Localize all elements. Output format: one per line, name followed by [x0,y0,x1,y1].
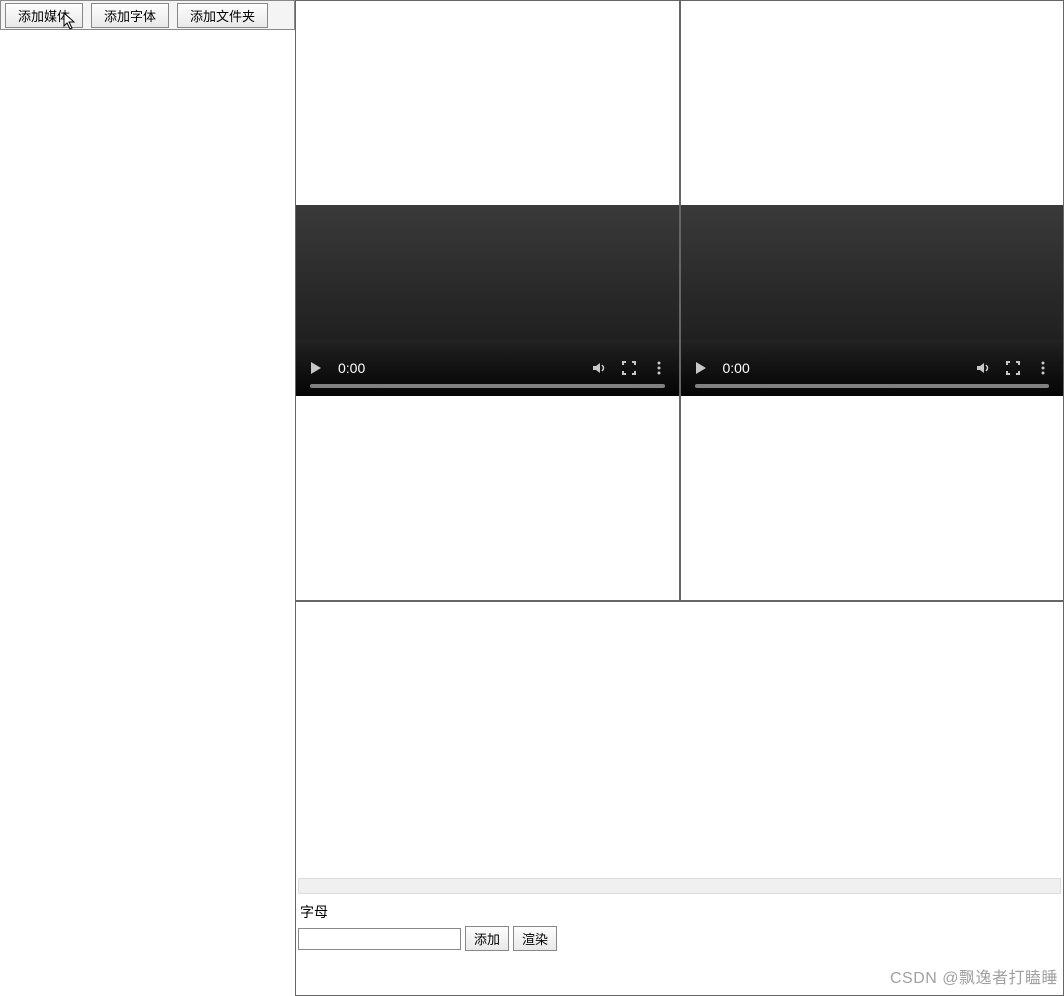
progress-bar-left[interactable] [310,384,665,388]
horizontal-scrollbar[interactable] [298,878,1061,894]
menu-icon[interactable] [651,360,667,376]
letter-label: 字母 [300,902,1061,922]
bottom-area: 字母 添加 渲染 [295,601,1064,996]
volume-icon[interactable] [591,360,607,376]
input-row: 添加 渲染 [298,926,1061,951]
fullscreen-icon[interactable] [621,360,637,376]
add-button[interactable]: 添加 [465,926,509,951]
play-icon[interactable] [308,360,324,376]
form-zone: 字母 添加 渲染 [296,900,1063,953]
video-controls-right: 0:00 [681,340,1064,396]
video-time-right: 0:00 [723,360,750,376]
volume-icon[interactable] [975,360,991,376]
video-cell-right: 0:00 [680,0,1064,601]
toolbar: 添加媒体 添加字体 添加文件夹 [0,0,295,30]
menu-icon[interactable] [1035,360,1051,376]
fullscreen-icon[interactable] [1005,360,1021,376]
add-font-button[interactable]: 添加字体 [91,3,169,28]
video-controls-left: 0:00 [296,340,679,396]
add-folder-button[interactable]: 添加文件夹 [177,3,268,28]
video-player-left[interactable]: 0:00 [296,205,679,396]
video-player-right[interactable]: 0:00 [681,205,1064,396]
video-area: 0:00 0:00 [295,0,1064,601]
add-media-button[interactable]: 添加媒体 [5,3,83,28]
progress-bar-right[interactable] [695,384,1050,388]
letter-input[interactable] [298,928,461,950]
play-icon[interactable] [693,360,709,376]
video-cell-left: 0:00 [295,0,680,601]
video-time-left: 0:00 [338,360,365,376]
render-button[interactable]: 渲染 [513,926,557,951]
watermark: CSDN @飘逸者打瞌睡 [890,964,1058,988]
